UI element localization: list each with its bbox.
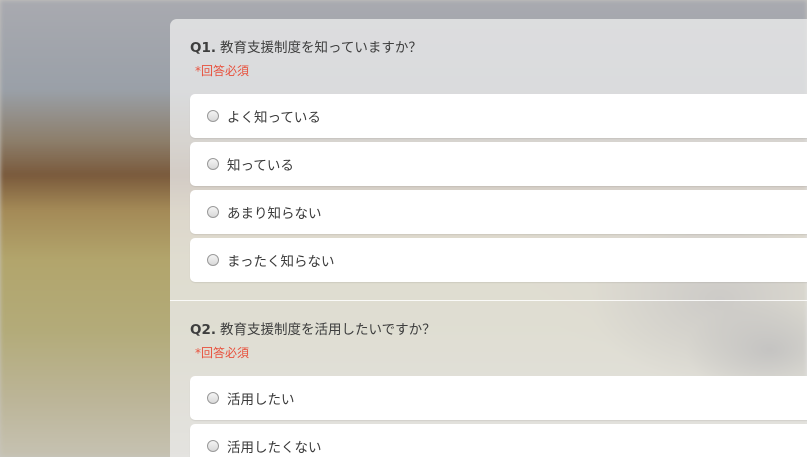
- option-label: 知っている: [227, 158, 294, 174]
- radio-button[interactable]: [207, 392, 219, 404]
- q2-option-2[interactable]: 活用したくない: [190, 424, 807, 457]
- option-label: 活用したい: [227, 392, 295, 408]
- question-1-text: 教育支援制度を知っていますか？: [220, 40, 422, 56]
- question-1-number: Q1.: [190, 40, 216, 56]
- radio-button[interactable]: [207, 110, 219, 122]
- option-label: よく知っている: [227, 110, 321, 126]
- q1-option-2[interactable]: 知っている: [190, 142, 807, 186]
- q2-option-1[interactable]: 活用したい: [190, 376, 807, 420]
- question-2-title: Q2. 教育支援制度を活用したいですか？: [190, 318, 436, 338]
- question-1-required-label: *回答必須: [195, 64, 250, 78]
- question-divider: [170, 300, 807, 301]
- q1-option-3[interactable]: あまり知らない: [190, 190, 807, 234]
- radio-button[interactable]: [207, 158, 219, 170]
- option-label: あまり知らない: [227, 206, 322, 222]
- survey-panel: Q1. 教育支援制度を知っていますか？ *回答必須 よく知っている 知っている あ…: [170, 19, 807, 457]
- radio-button[interactable]: [207, 254, 219, 266]
- option-label: 活用したくない: [227, 440, 322, 456]
- option-label: まったく知らない: [227, 254, 335, 270]
- radio-button[interactable]: [207, 206, 219, 218]
- question-2-text: 教育支援制度を活用したいですか？: [220, 322, 436, 338]
- question-2-required-label: *回答必須: [195, 346, 250, 360]
- q1-option-4[interactable]: まったく知らない: [190, 238, 807, 282]
- question-2-number: Q2.: [190, 322, 216, 338]
- question-1-title: Q1. 教育支援制度を知っていますか？: [190, 36, 422, 56]
- radio-button[interactable]: [207, 440, 219, 452]
- q1-option-1[interactable]: よく知っている: [190, 94, 807, 138]
- page: Q1. 教育支援制度を知っていますか？ *回答必須 よく知っている 知っている あ…: [0, 0, 807, 457]
